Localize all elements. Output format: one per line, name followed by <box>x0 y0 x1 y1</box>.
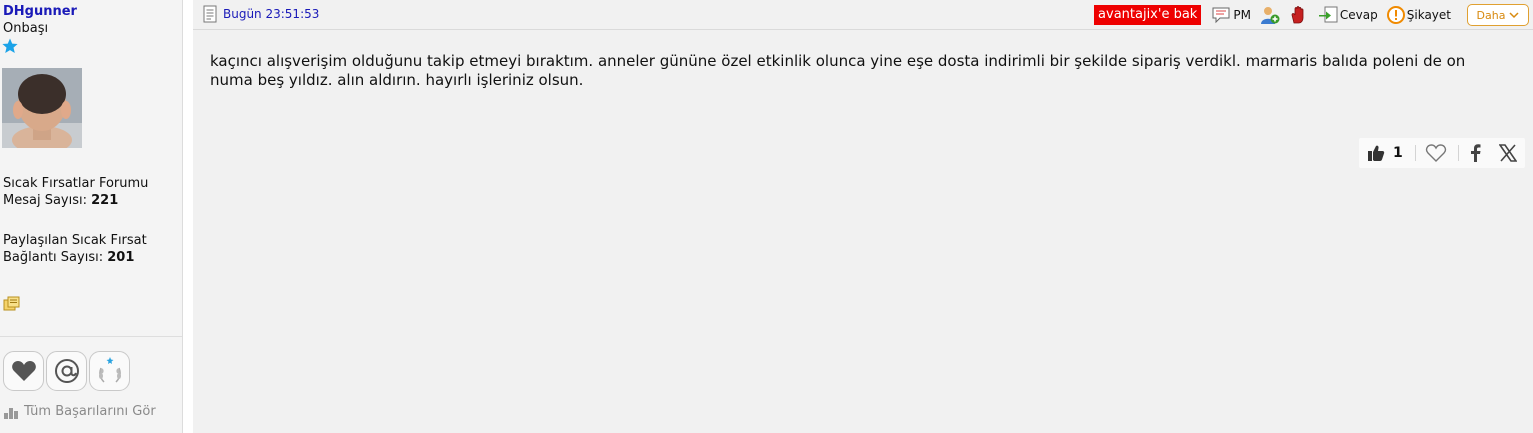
username-link[interactable]: DHgunner <box>3 4 77 19</box>
chevron-down-icon <box>1509 11 1519 18</box>
podium-icon <box>4 407 18 419</box>
x-twitter-icon[interactable] <box>1498 144 1517 162</box>
like-count: 1 <box>1393 145 1403 161</box>
complaint-label: Şikayet <box>1406 8 1451 22</box>
block-button[interactable] <box>1289 5 1309 25</box>
star-icon <box>2 38 18 53</box>
pm-button[interactable]: PM <box>1211 6 1251 24</box>
post-header: Bugün 23:51:53 avantajix'e bak PM Cevap … <box>193 0 1533 30</box>
message-icon <box>1212 7 1230 24</box>
document-icon <box>203 5 217 23</box>
complaint-button[interactable]: Şikayet <box>1386 6 1451 24</box>
thumbs-up-icon[interactable] <box>1367 144 1385 162</box>
post-reactions: 1 <box>1359 138 1525 168</box>
deal-stats: Paylaşılan Sıcak Fırsat Bağlantı Sayısı:… <box>3 232 147 266</box>
deals-count-row: Bağlantı Sayısı: 201 <box>3 249 147 266</box>
deals-label-line1: Paylaşılan Sıcak Fırsat <box>3 233 147 248</box>
at-sign-icon <box>54 359 79 383</box>
reply-icon <box>1318 6 1338 23</box>
reply-label: Cevap <box>1339 8 1378 22</box>
user-rank: Onbaşı <box>3 21 49 36</box>
deals-folder-icon[interactable] <box>3 296 21 313</box>
add-user-icon <box>1260 7 1280 24</box>
heart-badge[interactable] <box>3 351 44 391</box>
forum-label: Sıcak Fırsatlar Forumu <box>3 176 149 191</box>
avantajix-button[interactable]: avantajix'e bak <box>1094 5 1202 25</box>
avatar-image <box>2 68 82 148</box>
forum-stats: Sıcak Fırsatlar Forumu Mesaj Sayısı: 221 <box>3 175 148 209</box>
post-count-value: 221 <box>91 193 119 208</box>
laurel-icon <box>98 357 121 383</box>
pm-label: PM <box>1233 8 1251 22</box>
share-divider <box>1457 145 1459 161</box>
reaction-divider <box>1414 145 1416 161</box>
all-achievements-label: Tüm Başarılarını Gör <box>24 404 156 419</box>
post-date-link[interactable]: Bugün 23:51:53 <box>202 5 319 23</box>
deals-count-value: 201 <box>107 250 135 265</box>
post-count-label: Mesaj Sayısı: <box>3 193 87 208</box>
reply-button[interactable]: Cevap <box>1318 6 1378 24</box>
more-label: Daha <box>1476 8 1506 22</box>
stop-hand-icon <box>1291 6 1304 24</box>
post-actions: avantajix'e bak PM Cevap Şikayet Daha <box>1094 4 1533 26</box>
mention-badge[interactable] <box>46 351 87 391</box>
more-dropdown[interactable]: Daha <box>1467 4 1529 26</box>
heart-outline-icon[interactable] <box>1425 143 1447 163</box>
post-body: kaçıncı alışverişim olduğunu takip etmey… <box>210 52 1466 89</box>
heart-icon <box>11 361 36 381</box>
user-sidebar: DHgunner Onbaşı Sıcak Fırsatlar Forumu M… <box>0 0 183 433</box>
laurel-badge[interactable] <box>89 351 130 391</box>
post-date: Bugün 23:51:53 <box>223 7 320 21</box>
post-panel: Bugün 23:51:53 avantajix'e bak PM Cevap … <box>193 0 1533 433</box>
add-friend-button[interactable] <box>1260 5 1280 25</box>
sidebar-divider <box>0 336 182 337</box>
facebook-icon[interactable] <box>1469 144 1481 162</box>
all-achievements-link[interactable]: Tüm Başarılarını Gör <box>4 404 156 419</box>
avatar[interactable] <box>2 68 82 148</box>
post-count-row: Mesaj Sayısı: 221 <box>3 192 148 209</box>
warning-icon <box>1386 6 1405 24</box>
deals-count-label: Bağlantı Sayısı: <box>3 250 104 265</box>
